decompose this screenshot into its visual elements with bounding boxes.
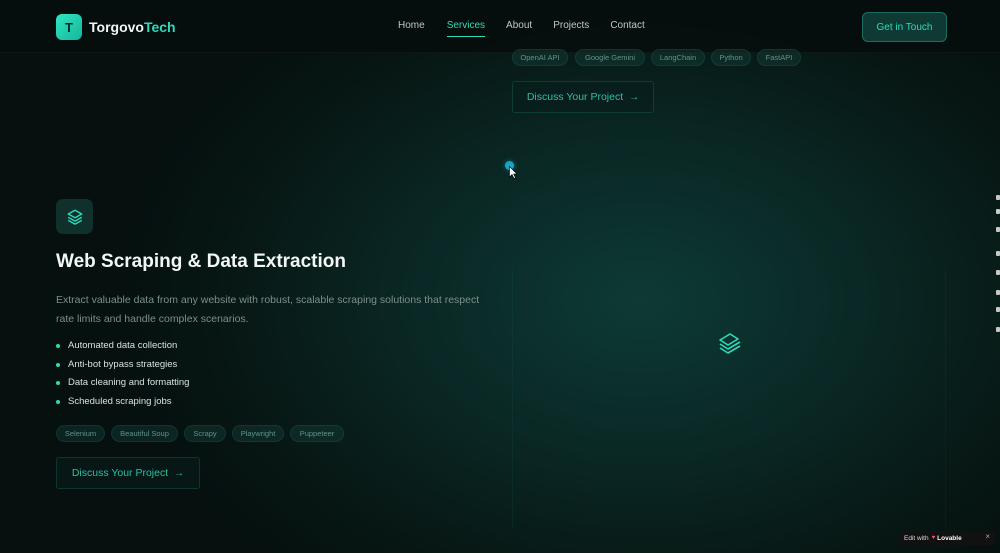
edge-mark	[996, 227, 1000, 232]
tech-tag-fastapi: FastAPI	[757, 49, 801, 66]
edge-mark	[996, 290, 1000, 295]
logo-accent: Tech	[143, 19, 176, 35]
edge-mark	[996, 270, 1000, 275]
edit-with-label: Edit with	[904, 534, 929, 542]
nav-links: Home Services About Projects Contact	[398, 20, 645, 37]
edge-mark	[996, 251, 1000, 256]
discuss-project-label: Discuss Your Project	[71, 467, 169, 479]
nav-link-home[interactable]: Home	[398, 20, 425, 31]
tech-tag-beautiful-soup: Beautiful Soup	[111, 425, 178, 442]
feature-item: Anti-bot bypass strategies	[56, 359, 189, 378]
service-title: Web Scraping & Data Extraction	[56, 251, 346, 272]
edge-mark	[996, 209, 1000, 214]
layers-icon	[56, 199, 93, 234]
logo-name: Torgovo	[89, 19, 144, 35]
navbar: T TorgovoTech Home Services About Projec…	[0, 0, 1000, 53]
service-description: Extract valuable data from any website w…	[56, 294, 480, 325]
feature-list: Automated data collection Anti-bot bypas…	[56, 340, 189, 414]
service-visual-panel	[512, 270, 946, 530]
heart-icon: ♥	[931, 535, 936, 541]
tech-tag-langchain: LangChain	[651, 49, 705, 66]
edge-mark	[996, 327, 1000, 332]
feature-item: Scheduled scraping jobs	[56, 396, 189, 415]
close-icon[interactable]: ×	[985, 532, 990, 541]
arrow-right-icon: →	[174, 467, 185, 479]
lovable-label: Lovable	[937, 534, 962, 542]
mouse-cursor-icon	[509, 166, 518, 179]
edge-mark	[996, 307, 1000, 312]
discuss-project-button[interactable]: Discuss Your Project →	[56, 457, 200, 489]
layers-icon	[719, 333, 741, 354]
logo[interactable]: T TorgovoTech	[56, 14, 176, 40]
tech-tag-selenium: Selenium	[56, 425, 105, 442]
edge-mark	[996, 195, 1000, 200]
tech-tag-openai-api: OpenAI API	[512, 49, 568, 66]
lovable-brand: ♥ Lovable	[932, 535, 962, 542]
tech-tag-google-gemini: Google Gemini	[575, 49, 645, 66]
nav-link-contact[interactable]: Contact	[610, 20, 644, 31]
logo-text: TorgovoTech	[89, 19, 176, 35]
get-in-touch-button[interactable]: Get in Touch	[862, 12, 947, 42]
logo-mark: T	[56, 14, 82, 40]
tech-tag-scrapy: Scrapy	[184, 425, 226, 442]
arrow-right-icon: →	[629, 91, 640, 103]
feature-item: Automated data collection	[56, 340, 189, 359]
tech-tag-puppeteer: Puppeteer	[290, 425, 344, 442]
discuss-project-button-previous[interactable]: Discuss Your Project →	[512, 81, 654, 113]
nav-link-about[interactable]: About	[506, 20, 532, 31]
feature-item: Data cleaning and formatting	[56, 377, 189, 396]
edge-toolbar	[996, 195, 1000, 340]
discuss-project-label: Discuss Your Project	[526, 91, 624, 103]
nav-link-services[interactable]: Services	[446, 20, 486, 37]
tech-tag-python: Python	[711, 49, 751, 66]
edit-with-lovable-badge[interactable]: Edit with ♥ Lovable ×	[900, 531, 995, 545]
nav-link-projects[interactable]: Projects	[553, 20, 589, 31]
tech-tag-playwright: Playwright	[232, 425, 284, 442]
